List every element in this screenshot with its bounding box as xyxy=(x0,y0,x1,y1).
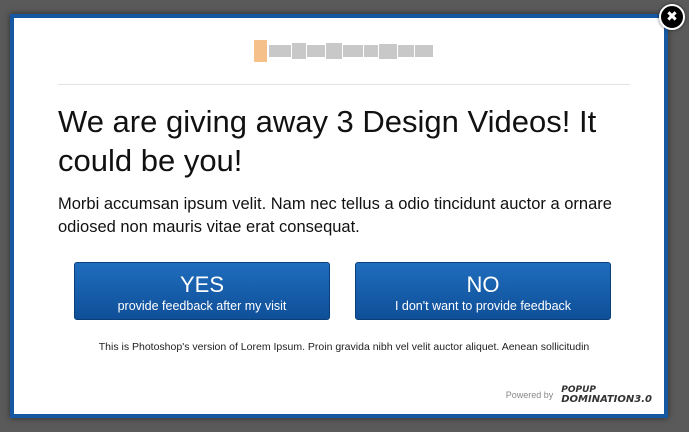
powered-by-label: Powered by xyxy=(505,390,554,400)
popup-footnote: This is Photoshop's version of Lorem Ips… xyxy=(98,341,590,353)
yes-button[interactable]: YES provide feedback after my visit xyxy=(74,262,330,320)
yes-button-label: YES xyxy=(179,272,225,297)
popup-domination-logo: Popup Domination3.0 xyxy=(561,386,652,405)
popup-subtext: Morbi accumsan ipsum velit. Nam nec tell… xyxy=(58,195,612,236)
powered-by[interactable]: Powered by Popup Domination3.0 xyxy=(505,386,652,405)
logo-mark xyxy=(254,40,267,62)
blurred-logo xyxy=(254,36,434,66)
no-button-label: NO xyxy=(466,272,500,297)
popup-dialog: We are giving away 3 Design Videos! It c… xyxy=(10,14,668,418)
no-button[interactable]: NO I don't want to provide feedback xyxy=(355,262,611,320)
yes-button-sublabel: provide feedback after my visit xyxy=(117,299,287,313)
popup-headline: We are giving away 3 Design Videos! It c… xyxy=(58,104,597,178)
logo-text-blurred xyxy=(269,43,434,59)
popup-content: We are giving away 3 Design Videos! It c… xyxy=(14,18,664,414)
brand-bottom: Domination3.0 xyxy=(561,394,652,405)
close-icon[interactable]: ✖ xyxy=(659,4,685,30)
no-button-sublabel: I don't want to provide feedback xyxy=(394,299,572,313)
divider xyxy=(58,84,630,85)
